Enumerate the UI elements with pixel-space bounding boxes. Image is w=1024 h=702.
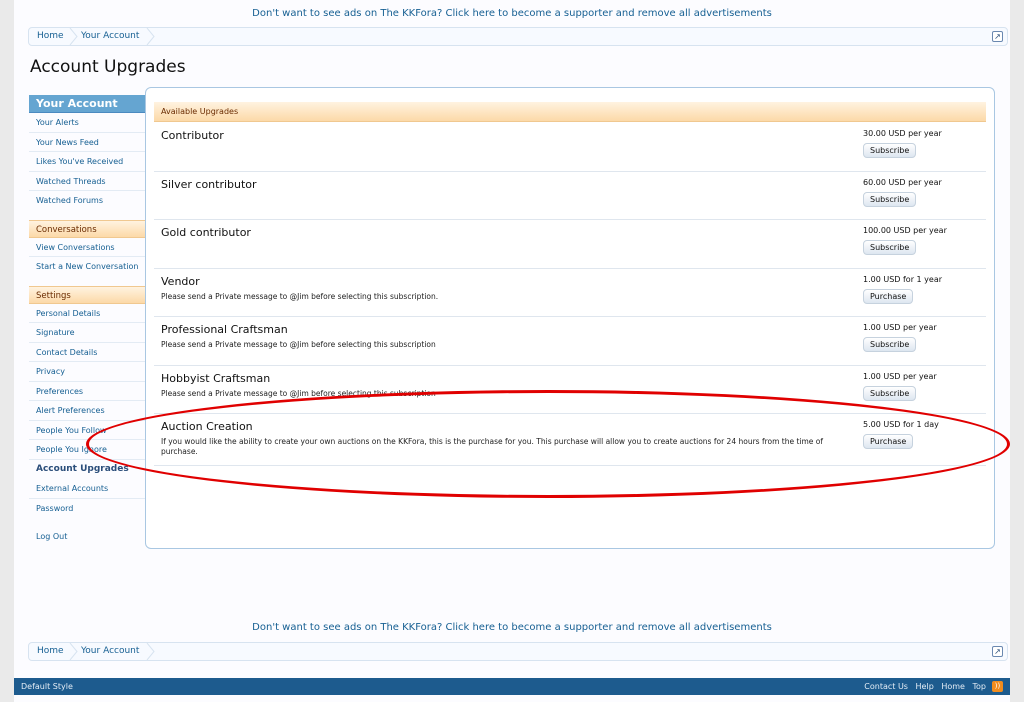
sidebar-item-people-you-follow[interactable]: People You Follow [29,421,145,440]
breadcrumb-separator-icon [69,28,78,45]
breadcrumb-current[interactable]: Your Account [81,643,139,660]
sidebar-item-account-upgrades[interactable]: Account Upgrades [29,460,145,480]
breadcrumb-separator-icon [69,643,78,660]
upgrade-description: Please send a Private message to @Jim be… [161,388,436,398]
account-sidebar: Your Account Your Alerts Your News Feed … [29,95,145,547]
sidebar-item-likes-received[interactable]: Likes You've Received [29,152,145,172]
breadcrumb-home[interactable]: Home [37,643,64,660]
sidebar-item-personal-details[interactable]: Personal Details [29,304,145,323]
page-title: Account Upgrades [30,57,186,77]
sidebar-item-people-you-ignore[interactable]: People You Ignore [29,440,145,460]
breadcrumb-separator-icon [146,28,155,45]
upgrade-row: Auction Creation If you would like the a… [154,414,986,466]
upgrade-cost: 60.00 USD per year [863,177,942,187]
upgrade-cost: 100.00 USD per year [863,226,947,235]
sidebar-item-preferences[interactable]: Preferences [29,382,145,401]
upgrade-cost: 1.00 USD per year [863,371,937,381]
breadcrumb-home[interactable]: Home [37,28,64,45]
upgrade-description: Please send a Private message to @Jim be… [161,291,439,301]
purchase-button[interactable]: Purchase [863,434,914,449]
page: Don't want to see ads on The KKFora? Cli… [14,0,1010,702]
jump-to-arrow-icon[interactable]: ↗ [992,646,1003,657]
upgrade-title: Professional Craftsman [161,323,288,336]
footer-link-contact-us[interactable]: Contact Us [864,682,908,691]
upgrade-row: Professional Craftsman Please send a Pri… [154,317,986,366]
footer-link-help[interactable]: Help [916,682,934,691]
subscribe-button[interactable]: Subscribe [863,191,917,207]
sidebar-item-privacy[interactable]: Privacy [29,362,145,382]
subscribe-button[interactable]: Subscribe [863,337,917,352]
upgrade-row: Silver contributor 60.00 USD per year Su… [154,172,986,220]
purchase-button[interactable]: Purchase [863,288,914,304]
upgrade-cost: 1.00 USD for 1 year [863,274,943,284]
sidebar-item-watched-threads[interactable]: Watched Threads [29,172,145,191]
rss-icon[interactable]: )) [992,681,1003,692]
ad-banner-top[interactable]: Don't want to see ads on The KKFora? Cli… [14,8,1010,19]
breadcrumb-bottom: Home Your Account ↗ [28,642,1008,661]
sidebar-item-start-conversation[interactable]: Start a New Conversation [29,257,145,277]
footer-links: Contact Us Help Home Top [859,678,986,695]
footer-bar: Default Style Contact Us Help Home Top )… [14,678,1010,695]
sidebar-header[interactable]: Your Account [29,95,145,113]
upgrade-title: Silver contributor [161,177,257,191]
breadcrumb-separator-icon [146,643,155,660]
sidebar-section-conversations: Conversations [29,219,145,238]
style-chooser-link[interactable]: Default Style [21,678,73,695]
sidebar-section-settings: Settings [29,285,145,304]
footer-link-top[interactable]: Top [973,682,987,691]
sidebar-item-your-alerts[interactable]: Your Alerts [29,113,145,133]
upgrade-description: Please send a Private message to @Jim be… [161,340,436,349]
footer-link-home[interactable]: Home [941,682,965,691]
subscribe-button[interactable]: Subscribe [863,385,917,401]
sidebar-item-alert-preferences[interactable]: Alert Preferences [29,401,145,421]
sidebar-item-contact-details[interactable]: Contact Details [29,343,145,362]
sidebar-item-view-conversations[interactable]: View Conversations [29,238,145,257]
sidebar-item-external-accounts[interactable]: External Accounts [29,479,145,499]
breadcrumb-top: Home Your Account ↗ [28,27,1008,46]
upgrade-row: Vendor Please send a Private message to … [154,269,986,317]
upgrade-title: Contributor [161,129,224,142]
ad-banner-bottom[interactable]: Don't want to see ads on The KKFora? Cli… [14,622,1010,633]
subscribe-button[interactable]: Subscribe [863,143,917,158]
upgrade-row: Gold contributor 100.00 USD per year Sub… [154,220,986,269]
upgrades-panel: Available Upgrades Contributor 30.00 USD… [145,87,995,549]
upgrade-cost: 1.00 USD per year [863,323,937,332]
upgrade-cost: 30.00 USD per year [863,129,942,138]
jump-to-arrow-icon[interactable]: ↗ [992,31,1003,42]
upgrade-description: If you would like the ability to create … [161,437,824,456]
sidebar-item-log-out[interactable]: Log Out [29,527,145,547]
upgrade-title: Auction Creation [161,420,253,433]
upgrade-title: Gold contributor [161,226,251,239]
upgrade-title: Vendor [161,274,200,288]
upgrades-header: Available Upgrades [154,102,986,122]
sidebar-item-watched-forums[interactable]: Watched Forums [29,191,145,211]
upgrade-cost: 5.00 USD for 1 day [863,420,939,429]
upgrade-title: Hobbyist Craftsman [161,371,271,385]
sidebar-item-news-feed[interactable]: Your News Feed [29,133,145,152]
subscribe-button[interactable]: Subscribe [863,240,917,255]
upgrade-row: Hobbyist Craftsman Please send a Private… [154,366,986,414]
upgrade-row: Contributor 30.00 USD per year Subscribe [154,123,986,172]
sidebar-item-password[interactable]: Password [29,499,145,519]
sidebar-item-signature[interactable]: Signature [29,323,145,343]
breadcrumb-current[interactable]: Your Account [81,28,139,45]
